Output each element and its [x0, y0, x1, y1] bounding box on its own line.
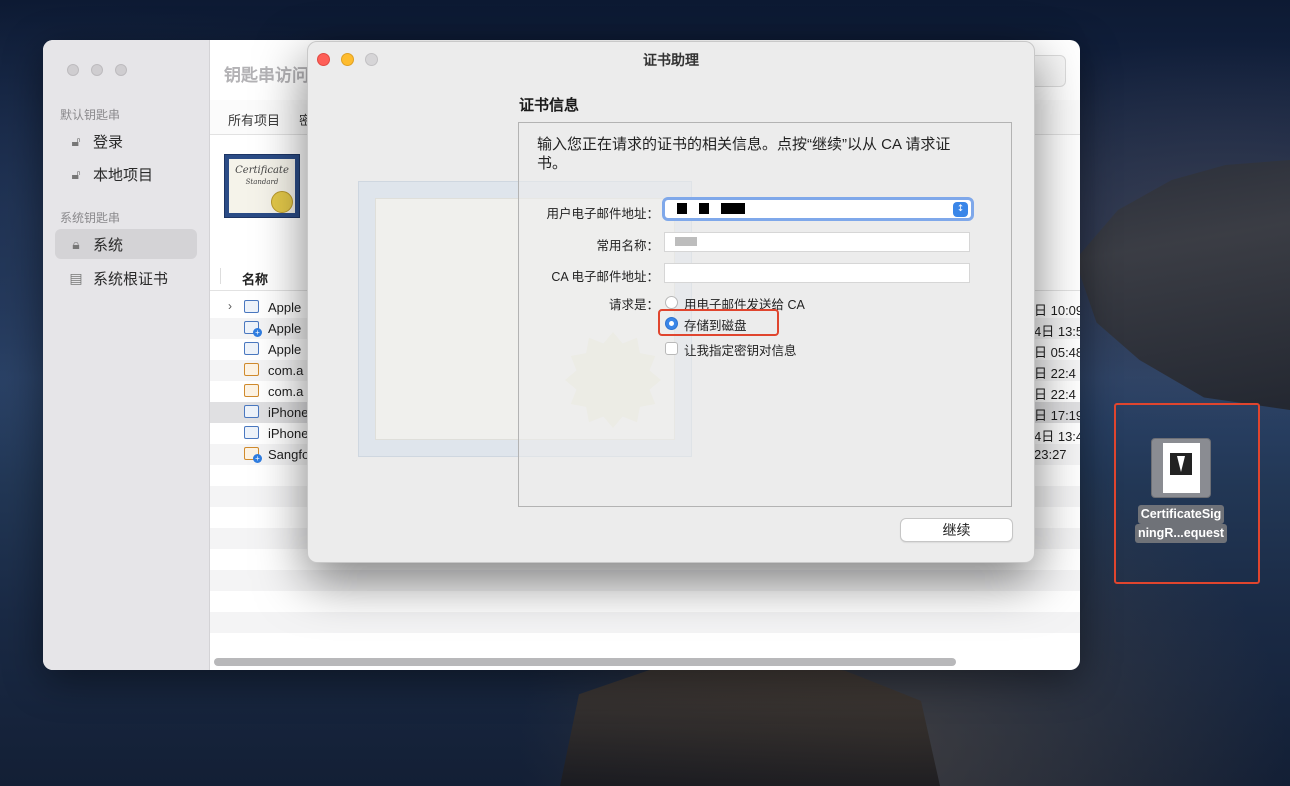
redacted-text — [699, 203, 709, 214]
disclosure-chevron-icon[interactable]: › — [228, 299, 232, 313]
unlock-icon: 🔓︎ — [71, 165, 81, 182]
email-label: 用户电子邮件地址： — [546, 207, 659, 221]
document-icon — [1163, 443, 1200, 493]
certificate-icon — [244, 363, 259, 376]
ca-email-label: CA 电子邮件地址： — [551, 270, 659, 284]
csr-file-label[interactable]: CertificateSig ningR...equest — [1126, 505, 1236, 543]
intro-text: 输入您正在请求的证书的相关信息。点按“继续”以从 CA 请求证书。 — [537, 136, 951, 172]
unlock-icon: 🔓︎ — [71, 132, 81, 149]
csr-file-icon[interactable] — [1151, 438, 1211, 498]
horizontal-scrollbar[interactable] — [214, 658, 956, 666]
common-name-field[interactable] — [664, 232, 970, 252]
column-name-label: 名称 — [242, 272, 269, 287]
checkbox-key-pair[interactable] — [665, 342, 678, 355]
certificate-icon — [244, 300, 259, 313]
close-button[interactable] — [67, 64, 79, 76]
sidebar-heading-default: 默认钥匙串 — [60, 108, 121, 122]
request-label: 请求是： — [608, 298, 659, 312]
empty-row — [210, 591, 1080, 612]
shore-rocks — [560, 655, 940, 786]
redacted-text — [721, 203, 745, 214]
empty-row — [210, 570, 1080, 591]
certificate-preview-icon: Certificate Standard — [224, 154, 300, 218]
radio-email-ca[interactable] — [665, 296, 678, 309]
certificate-icon — [244, 426, 259, 439]
redacted-text — [675, 237, 697, 246]
island-rock — [1075, 160, 1290, 410]
common-name-label: 常用名称： — [596, 239, 659, 253]
sidebar-item-system[interactable]: 🔒︎ 系统 — [55, 229, 197, 259]
file-name-line1: CertificateSig — [1137, 505, 1225, 524]
minimize-button[interactable] — [91, 64, 103, 76]
redacted-text — [677, 203, 687, 214]
sidebar-item-system-roots[interactable]: ▤ 系统根证书 — [55, 263, 197, 293]
cabinet-icon: ▤ — [69, 269, 83, 286]
row-date: 4日 13:5 — [1034, 324, 1080, 339]
certificate-badge-icon — [1170, 453, 1192, 475]
continue-button[interactable]: 继续 — [900, 518, 1013, 542]
certificate-info-panel: 输入您正在请求的证书的相关信息。点按“继续”以从 CA 请求证书。 用户电子邮件… — [518, 122, 1012, 507]
row-name: iPhone — [268, 426, 309, 441]
sidebar-item-label: 登录 — [93, 133, 124, 151]
sidebar: 默认钥匙串 🔓︎ 登录 🔓︎ 本地项目 系统钥匙串 🔒︎ 系统 ▤ 系统根证书 — [43, 40, 210, 670]
row-name: Sangfo — [268, 447, 310, 462]
chevron-updown-icon[interactable]: ↕ — [953, 202, 968, 217]
sidebar-item-label: 本地项目 — [93, 166, 154, 184]
option-key-pair-label[interactable]: 让我指定密钥对信息 — [684, 340, 797, 359]
certificate-assistant-window: 证书助理 证书信息 输入您正在请求的证书的相关信息。点按“继续”以从 CA 请求… — [307, 41, 1035, 563]
tab-all-items[interactable]: 所有项目 — [228, 110, 280, 129]
row-date: 日 22:4 — [1034, 366, 1076, 381]
certificate-icon — [244, 342, 259, 355]
row-name: Apple — [268, 321, 302, 336]
email-combo-box[interactable]: ↕ — [662, 197, 974, 221]
window-title: 证书助理 — [643, 52, 699, 68]
row-date: 23:27 — [1034, 447, 1067, 462]
ca-email-field[interactable] — [664, 263, 970, 283]
empty-row — [210, 633, 1080, 654]
certificate-script-art — [395, 206, 424, 274]
lock-icon: 🔒︎ — [72, 235, 80, 252]
certificate-script: Certificate — [235, 165, 289, 176]
row-name: Apple — [268, 342, 302, 357]
seal-icon — [271, 191, 293, 213]
certificate-icon — [244, 384, 259, 397]
sidebar-item-label: 系统根证书 — [93, 270, 169, 288]
row-date: 日 05:48 — [1034, 345, 1080, 360]
radio-save-disk[interactable] — [665, 317, 678, 330]
certificate-plus-icon: + — [244, 447, 262, 463]
sidebar-item-local[interactable]: 🔓︎ 本地项目 — [55, 159, 197, 189]
row-date: 日 22:4 — [1034, 387, 1076, 402]
sidebar-item-label: 系统 — [93, 236, 124, 254]
titlebar[interactable]: 证书助理 — [308, 42, 1034, 76]
row-date: 4日 13:4 — [1034, 429, 1080, 444]
file-name-line2: ningR...equest — [1134, 524, 1228, 543]
zoom-button[interactable] — [115, 64, 127, 76]
sidebar-heading-system: 系统钥匙串 — [60, 211, 121, 225]
column-divider — [220, 268, 221, 284]
certificate-subscript: Standard — [245, 178, 279, 186]
section-title: 证书信息 — [519, 97, 580, 114]
row-date: 日 17:19 — [1034, 408, 1080, 423]
row-name: Apple — [268, 300, 302, 315]
certificate-icon — [244, 405, 259, 418]
row-name: iPhone — [268, 405, 309, 420]
certificate-plus-icon: + — [244, 321, 262, 337]
option-save-disk-label[interactable]: 存储到磁盘 — [684, 315, 747, 334]
row-date: 日 10:09 — [1034, 303, 1080, 318]
window-title: 钥匙串访问 — [224, 66, 309, 85]
sidebar-item-login[interactable]: 🔓︎ 登录 — [55, 126, 197, 156]
row-name: com.a — [268, 384, 304, 399]
empty-row — [210, 612, 1080, 633]
row-name: com.a — [268, 363, 304, 378]
